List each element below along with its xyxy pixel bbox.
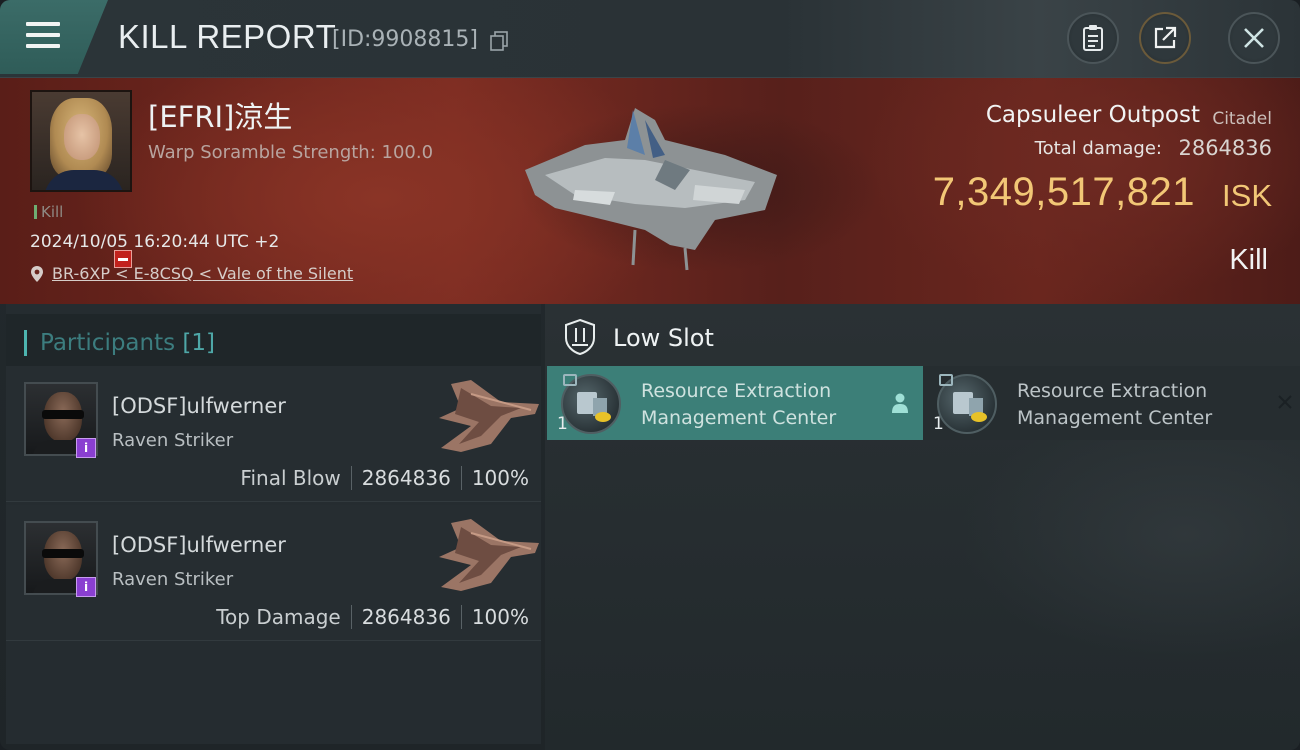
copy-icon[interactable] — [490, 31, 508, 51]
kill-tag-marker-icon — [34, 205, 37, 219]
participant-badge: i — [76, 577, 96, 597]
participant-percent: 100% — [471, 605, 529, 629]
participants-label: Participants [1] — [40, 330, 215, 356]
warp-scramble-strength: Warp Soramble Strength: 100.0 — [148, 142, 434, 163]
clipboard-button[interactable] — [1067, 12, 1119, 64]
page-title: KILL REPORT — [118, 18, 337, 55]
target-name: Capsuleer Outpost — [985, 102, 1200, 128]
slot-title: Low Slot — [613, 324, 714, 352]
clipboard-icon — [1083, 25, 1103, 51]
meta-level-icon — [563, 374, 577, 386]
menu-icon — [26, 22, 60, 50]
fitting-panel: Low Slot 1 Resource Extraction Managemen… — [545, 304, 1300, 750]
module-name-line1: Resource Extraction — [641, 380, 832, 402]
header-bar: KILL REPORT [ID:9908815] — [0, 0, 1300, 78]
isk-value: 7,349,517,821 — [932, 170, 1195, 214]
share-button[interactable] — [1139, 12, 1191, 64]
participant-role: Final Blow — [240, 466, 341, 490]
module-name: Resource Extraction Management Center — [641, 378, 836, 432]
pin-icon — [31, 265, 43, 282]
participant-badge: i — [76, 438, 96, 458]
participant-damage: 2864836 — [361, 605, 451, 629]
menu-button[interactable] — [0, 0, 108, 74]
location-link[interactable]: BR-6XP < E-8CSQ < Vale of the Silent — [30, 264, 353, 283]
participant-ship: Raven Striker — [112, 430, 234, 451]
close-icon — [1244, 28, 1264, 48]
module-name-line2: Management Center — [641, 407, 837, 429]
participant-ship: Raven Striker — [112, 569, 234, 590]
participant-row[interactable]: i [ODSF]ulfwerner Raven Striker Final Bl… — [6, 366, 541, 502]
participant-stats: Final Blow 2864836 100% — [240, 466, 529, 490]
module-item-dropped[interactable]: 1 Resource Extraction Management Center — [547, 366, 923, 440]
participant-role: Top Damage — [216, 605, 341, 629]
report-id: [ID:9908815] — [332, 27, 478, 52]
low-slot-header: Low Slot — [545, 316, 1300, 366]
shield-icon — [565, 318, 595, 356]
module-name: Resource Extraction Management Center — [1017, 378, 1212, 432]
kill-tag-label: Kill — [41, 203, 64, 221]
total-damage-label: Total damage: — [1034, 138, 1162, 159]
participant-name: [ODSF]ulfwerner — [112, 533, 286, 557]
person-icon — [892, 393, 908, 413]
meta-level-icon — [939, 374, 953, 386]
participant-ship-image — [439, 519, 539, 591]
victim-name[interactable]: [EFRI]涼生 — [148, 94, 292, 136]
result-label: Kill — [1229, 244, 1268, 276]
victim-banner: [EFRI]涼生 Warp Soramble Strength: 100.0 K… — [0, 78, 1300, 304]
total-damage-value: 2864836 — [1178, 136, 1272, 160]
participant-name: [ODSF]ulfwerner — [112, 394, 286, 418]
participant-damage: 2864836 — [361, 466, 451, 490]
module-name-line1: Resource Extraction — [1017, 380, 1208, 402]
kill-report-window: KILL REPORT [ID:9908815] [EFRI]涼生 Warp S… — [0, 0, 1300, 750]
tab-indicator — [24, 330, 27, 356]
participants-tab[interactable]: Participants [1] — [6, 314, 541, 366]
isk-unit: ISK — [1222, 178, 1272, 213]
participants-title: Participants — [40, 330, 176, 356]
kill-timestamp: 2024/10/05 16:20:44 UTC +2 — [30, 232, 280, 252]
close-button[interactable] — [1228, 12, 1280, 64]
x-icon — [1278, 395, 1292, 409]
module-item-destroyed[interactable]: 1 Resource Extraction Management Center — [923, 366, 1300, 440]
participant-row[interactable]: i [ODSF]ulfwerner Raven Striker Top Dama… — [6, 505, 541, 641]
victim-portrait[interactable] — [30, 90, 132, 192]
module-name-line2: Management Center — [1017, 407, 1213, 429]
participant-ship-image — [439, 380, 539, 452]
target-class: Citadel — [1212, 109, 1272, 129]
location-text[interactable]: BR-6XP < E-8CSQ < Vale of the Silent — [52, 264, 353, 283]
module-quantity: 1 — [557, 414, 568, 434]
kill-tag: Kill — [34, 203, 63, 221]
module-quantity: 1 — [933, 414, 944, 434]
citadel-ship-image — [525, 108, 777, 271]
participants-panel: Participants [1] i [ODSF]ulfwerner Raven… — [6, 304, 541, 744]
participant-stats: Top Damage 2864836 100% — [216, 605, 529, 629]
participant-percent: 100% — [471, 466, 529, 490]
share-icon — [1154, 26, 1177, 49]
participants-count: [1] — [182, 330, 216, 356]
